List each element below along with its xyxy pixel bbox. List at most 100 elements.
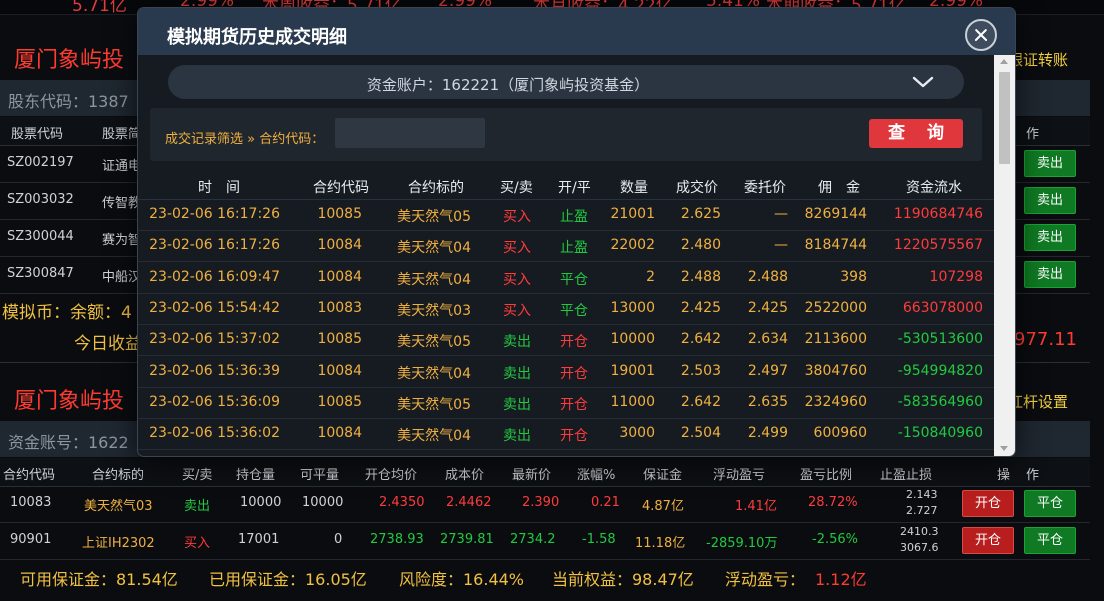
col-action: 作 <box>1026 127 1040 142</box>
contract-code-input[interactable] <box>335 118 485 148</box>
take-profit: 2410.3 <box>900 525 939 538</box>
float-pnl: 1.41亿 <box>735 499 777 514</box>
order-price: 2.635 <box>747 393 788 410</box>
quantity: 10000 <box>610 331 655 348</box>
close-position-button[interactable]: 平仓 <box>1024 490 1076 517</box>
scroll-up-icon[interactable] <box>1000 59 1008 64</box>
col-contract-target: 合约标的 <box>408 180 464 196</box>
scroll-down-icon[interactable] <box>1000 446 1008 451</box>
futures-table-header: 合约代码 合约标的 买/卖 持仓量 可平量 开仓均价 成本价 最新价 涨幅% 保… <box>0 458 1090 487</box>
col-open-close: 开/平 <box>558 180 591 196</box>
close-icon[interactable] <box>965 19 997 51</box>
col-qty: 数量 <box>620 180 648 196</box>
col-side: 买/卖 <box>500 180 533 196</box>
trade-time: 23-02-06 16:17:26 <box>149 237 280 254</box>
trade-price: 2.488 <box>680 268 721 285</box>
col-stock-code: 股票代码 <box>11 127 64 142</box>
stock-name: 中船汉 <box>102 270 142 285</box>
cash-flow: 1190684746 <box>893 206 983 222</box>
col-stock-name: 股票简 <box>102 127 142 142</box>
income-value: 5.71亿 <box>72 0 127 15</box>
account-select[interactable]: 资金账户：162221（厦门象屿投资基金） <box>168 65 964 99</box>
sell-button[interactable]: 卖出 <box>1024 261 1076 288</box>
cash-flow: 107298 <box>929 268 983 285</box>
trade-time: 23-02-06 15:37:02 <box>149 331 280 348</box>
trade-price: 2.625 <box>680 206 721 222</box>
risk-level: 风险度：16.44% <box>399 570 525 589</box>
order-price: — <box>774 237 788 254</box>
table-row: 23-02-06 15:54:42 10083 美天然气03 买入 平仓 13000 2.4… <box>138 293 994 325</box>
cash-flow: -583564960 <box>897 393 983 410</box>
today-income-label: 今日收益 <box>74 334 142 354</box>
trade-time: 23-02-06 15:36:09 <box>149 393 280 410</box>
change: 0.21 <box>591 495 620 510</box>
contract-code: 10084 <box>317 237 362 254</box>
open-close: 平仓 <box>560 302 588 319</box>
col-side: 买/卖 <box>182 468 213 483</box>
trade-price: 2.425 <box>680 299 721 316</box>
trade-history-modal: 模拟期货历史成交明细 资金账户：162221（厦门象屿投资基金） 成交记录筛选 … <box>138 8 1015 456</box>
col-float-pnl: 浮动盈亏 <box>713 468 766 483</box>
table-row: 23-02-06 15:36:09 10085 美天然气05 卖出 开仓 11000 2.6… <box>138 387 994 419</box>
col-contract-target: 合约标的 <box>92 468 145 483</box>
history-table-header: 时 间 合约代码 合约标的 买/卖 开/平 数量 成交价 委托价 佣 金 资金流… <box>138 173 994 200</box>
scroll-thumb[interactable] <box>999 72 1010 164</box>
stock-section-title: 厦门象屿投 <box>14 48 125 73</box>
pnl-ratio: 28.72% <box>808 495 858 510</box>
open-close: 开仓 <box>560 428 588 445</box>
trade-time: 23-02-06 16:17:26 <box>149 206 280 222</box>
sell-button[interactable]: 卖出 <box>1024 224 1076 251</box>
take-profit: 2.143 <box>906 488 938 501</box>
contract-target: 美天然气03 <box>84 499 153 514</box>
contract-code: 90901 <box>10 532 52 547</box>
col-last: 最新价 <box>512 468 552 483</box>
closable: 10000 <box>302 495 344 510</box>
hold: 17001 <box>238 532 280 547</box>
sell-button[interactable]: 卖出 <box>1024 150 1076 177</box>
col-action: 作 <box>1026 468 1040 483</box>
table-row: 23-02-06 15:37:02 10085 美天然气05 卖出 开仓 10000 2.6… <box>138 324 994 357</box>
open-close: 开仓 <box>560 334 588 351</box>
sell-button[interactable]: 卖出 <box>1024 187 1076 214</box>
side: 卖出 <box>503 396 531 413</box>
table-row: 90901 上证IH2302 买入 17001 0 2738.93 2739.8… <box>0 522 1090 560</box>
contract-target: 美天然气04 <box>397 271 471 288</box>
order-price: 2.499 <box>747 425 788 442</box>
stock-code: SZ002197 <box>7 155 74 170</box>
stop-loss: 2.727 <box>906 504 938 517</box>
side: 买入 <box>503 302 531 319</box>
bank-transfer-link[interactable]: 银证转账 <box>1008 49 1068 70</box>
cash-flow: -954994820 <box>897 362 983 379</box>
open-position-button[interactable]: 开仓 <box>962 490 1014 517</box>
table-row: 10083 美天然气03 卖出 10000 10000 2.4350 2.446… <box>0 485 1090 523</box>
open-position-button[interactable]: 开仓 <box>962 527 1014 554</box>
side: 买入 <box>503 209 531 225</box>
modal-scrollbar[interactable] <box>994 55 1015 456</box>
table-row: 23-02-06 15:35:0210083美天然气03卖出开仓200002.4… <box>138 449 994 456</box>
closable: 0 <box>334 532 343 547</box>
commission: 3804760 <box>804 362 867 379</box>
change: -1.58 <box>582 532 616 547</box>
cost: 2.4462 <box>446 495 492 510</box>
contract-code: 10085 <box>317 331 362 348</box>
col-contract-code: 合约代码 <box>3 468 56 483</box>
last-price: 2734.2 <box>510 532 556 547</box>
contract-target: 美天然气03 <box>397 302 471 319</box>
open-close: 平仓 <box>560 271 588 288</box>
available-margin: 可用保证金：81.54亿 <box>20 570 178 589</box>
col-order-price: 委托价 <box>744 180 786 196</box>
leverage-settings-link[interactable]: 杠杆设置 <box>1008 391 1068 412</box>
col-pnl-ratio: 盈亏比例 <box>800 468 853 483</box>
table-row: 23-02-06 15:36:02 10084 美天然气04 卖出 开仓 3000 2.50… <box>138 418 994 451</box>
current-equity: 当前权益：98.47亿 <box>552 570 694 589</box>
quantity: 22002 <box>610 237 655 254</box>
col-contract-code: 合约代码 <box>313 180 369 196</box>
close-position-button[interactable]: 平仓 <box>1024 527 1076 554</box>
col-closable: 可平量 <box>300 468 340 483</box>
order-price: 2.634 <box>747 331 788 348</box>
col-open-avg: 开仓均价 <box>365 468 418 483</box>
query-button[interactable]: 查 询 <box>869 119 963 148</box>
contract-code: 10084 <box>317 425 362 442</box>
open-avg: 2738.93 <box>370 532 424 547</box>
side: 买入 <box>184 536 211 551</box>
